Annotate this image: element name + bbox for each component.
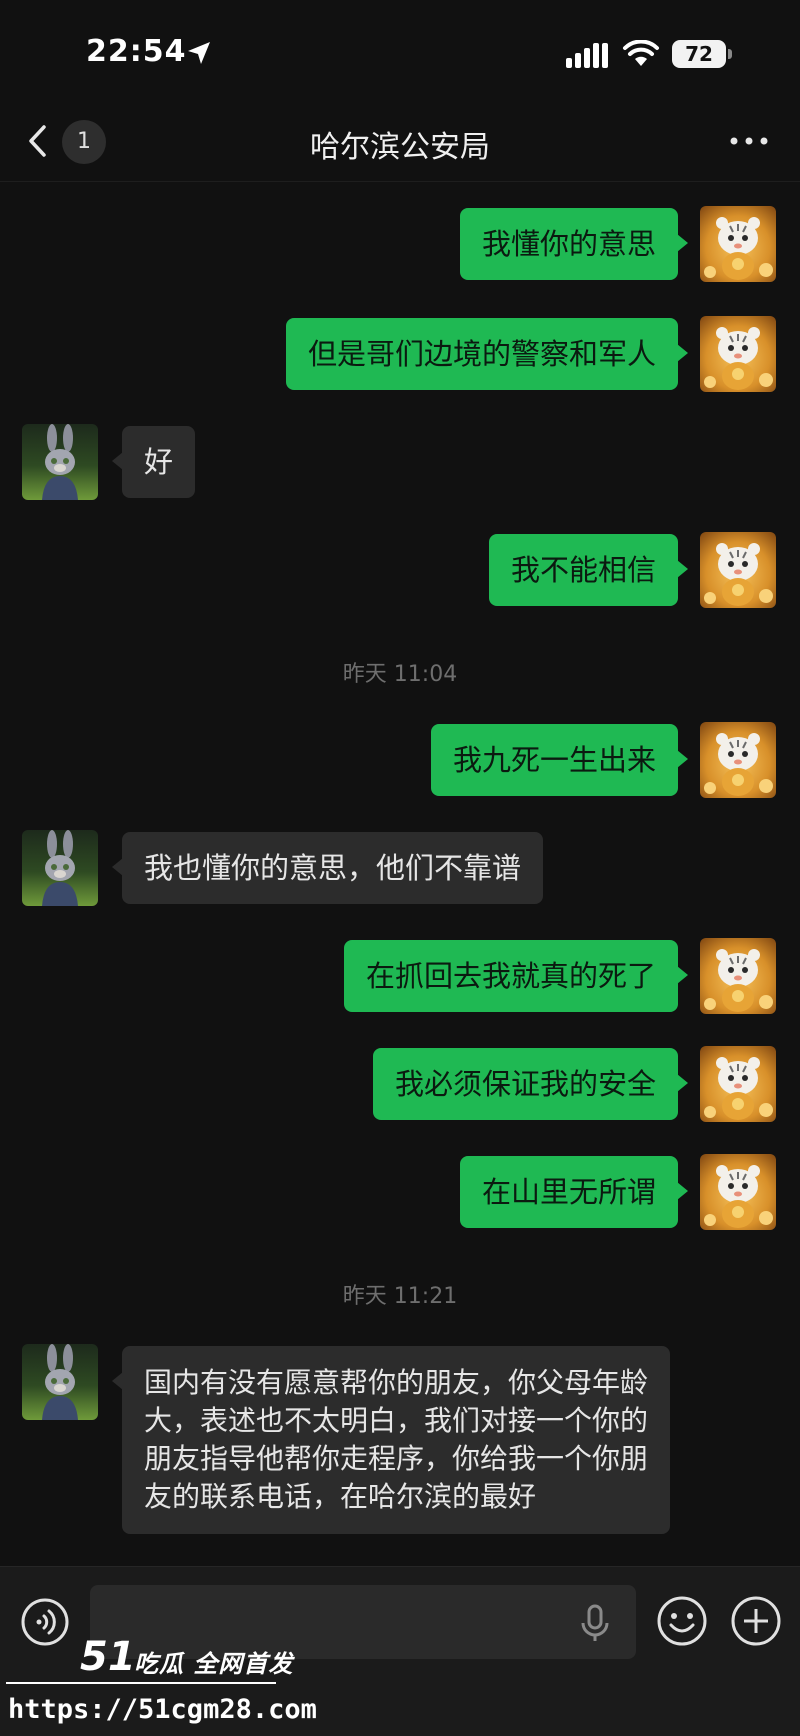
microphone-icon[interactable]	[578, 1603, 612, 1643]
watermark-number: 51	[80, 1634, 136, 1680]
tiger-avatar-icon	[700, 938, 776, 1014]
contact-avatar[interactable]	[22, 1344, 98, 1420]
watermark-title: 吃瓜 全网首发	[134, 1650, 294, 1678]
outgoing-message-bubble[interactable]: 我不能相信	[488, 534, 689, 606]
location-arrow-icon	[188, 42, 210, 64]
status-bar: 22:54 72	[0, 0, 800, 100]
outgoing-message-bubble[interactable]: 我九死一生出来	[430, 724, 689, 796]
wifi-icon	[623, 40, 659, 66]
outgoing-message-bubble[interactable]: 我懂你的意思	[459, 208, 689, 280]
watermark-url: https://51cgm28.com	[8, 1694, 317, 1725]
incoming-message-bubble[interactable]: 好	[111, 426, 196, 498]
contact-avatar[interactable]	[22, 830, 98, 906]
contact-avatar[interactable]	[22, 424, 98, 500]
outgoing-message-bubble[interactable]: 在抓回去我就真的死了	[343, 940, 689, 1012]
outgoing-message-bubble[interactable]: 我必须保证我的安全	[372, 1048, 689, 1120]
plus-icon[interactable]	[730, 1595, 782, 1647]
bunny-avatar-icon	[22, 830, 98, 906]
my-avatar[interactable]	[700, 1046, 776, 1122]
chat-title: 哈尔滨公安局	[310, 130, 490, 165]
bunny-avatar-icon	[22, 1344, 98, 1420]
outgoing-message-bubble[interactable]: 在山里无所谓	[459, 1156, 689, 1228]
timestamp-divider: 昨天 11:21	[342, 1284, 458, 1309]
emoji-icon[interactable]	[656, 1595, 708, 1647]
battery-indicator: 72	[672, 40, 732, 68]
my-avatar[interactable]	[700, 938, 776, 1014]
my-avatar[interactable]	[700, 532, 776, 608]
watermark-divider	[6, 1682, 276, 1684]
timestamp-divider: 昨天 11:04	[342, 662, 458, 687]
tiger-avatar-icon	[700, 722, 776, 798]
incoming-message-bubble[interactable]: 我也懂你的意思，他们不靠谱	[111, 832, 544, 904]
my-avatar[interactable]	[700, 722, 776, 798]
tiger-avatar-icon	[700, 316, 776, 392]
chat-header: 1 哈尔滨公安局	[0, 100, 800, 182]
my-avatar[interactable]	[700, 316, 776, 392]
tiger-avatar-icon	[700, 1046, 776, 1122]
incoming-message-bubble[interactable]: 国内有没有愿意帮你的朋友，你父母年龄大，表述也不太明白，我们对接一个你的朋友指导…	[112, 1346, 670, 1534]
bunny-avatar-icon	[22, 424, 98, 500]
tiger-avatar-icon	[700, 532, 776, 608]
tiger-avatar-icon	[700, 1154, 776, 1230]
more-dots-icon[interactable]	[724, 124, 774, 158]
my-avatar[interactable]	[700, 206, 776, 282]
status-time: 22:54	[86, 34, 187, 69]
watermark: 51 吃瓜 全网首发 https://51cgm28.com	[0, 1630, 317, 1736]
tiger-avatar-icon	[700, 206, 776, 282]
my-avatar[interactable]	[700, 1154, 776, 1230]
outgoing-message-bubble[interactable]: 但是哥们边境的警察和军人	[285, 318, 689, 390]
cellular-signal-icon	[566, 43, 608, 68]
